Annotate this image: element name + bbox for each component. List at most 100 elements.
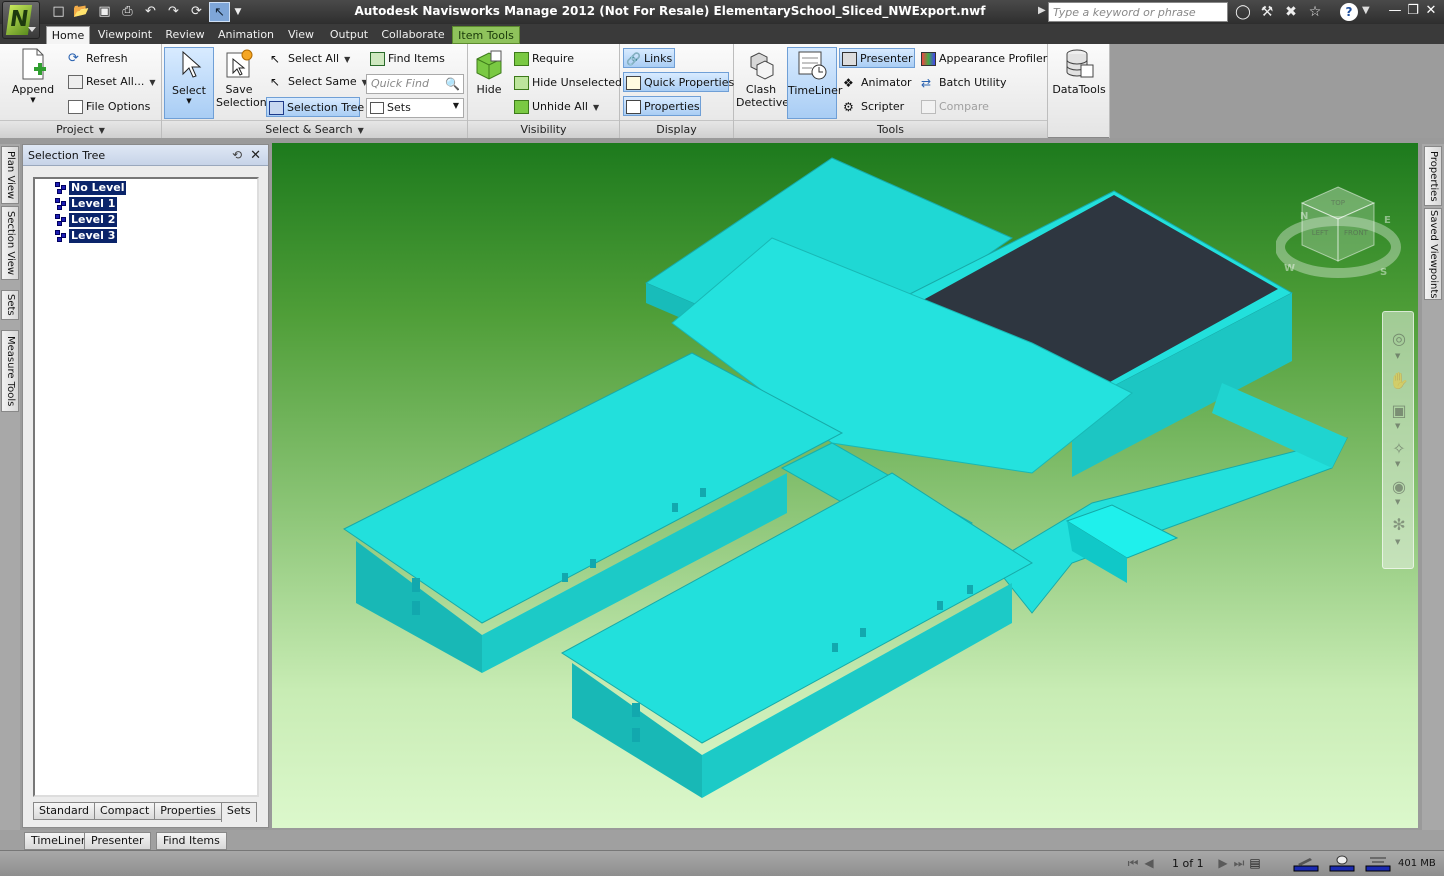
close-icon[interactable]: ✕ xyxy=(250,145,261,166)
dock-tab-timeliner[interactable]: TimeLiner xyxy=(24,832,93,850)
tab-plan-view[interactable]: Plan View xyxy=(1,146,19,204)
tree-item-label: Level 3 xyxy=(69,229,118,243)
batch-utility-button[interactable]: ⇄ Batch Utility xyxy=(919,73,1006,93)
tab-sets-active[interactable]: Sets xyxy=(220,802,257,822)
unhide-all-button[interactable]: Unhide All ▼ xyxy=(512,97,599,117)
close-window-icon[interactable]: ✕ xyxy=(1422,2,1440,20)
help-dropdown-icon[interactable]: ▼ xyxy=(1362,5,1370,16)
refresh-button[interactable]: ⟳ Refresh xyxy=(66,49,128,69)
properties-button[interactable]: Properties xyxy=(623,96,701,116)
new-file-icon[interactable]: □ xyxy=(48,2,69,22)
previous-sheet-icon[interactable]: ◀ xyxy=(1142,855,1156,871)
viewcube[interactable]: TOP LEFT FRONT N W S E xyxy=(1275,183,1402,293)
redo-icon[interactable]: ↷ xyxy=(163,2,184,22)
pan-hand-icon[interactable]: ✋ xyxy=(1388,370,1410,392)
select-cursor-icon[interactable]: ↖ xyxy=(209,2,230,22)
hide-unselected-button[interactable]: Hide Unselected xyxy=(512,73,622,93)
save-selection-button[interactable]: Save Selection xyxy=(216,47,267,117)
tools-icon[interactable]: ⚒ xyxy=(1256,2,1278,22)
hide-button[interactable]: Hide xyxy=(470,47,508,117)
tree-item-level-2[interactable]: Level 2 xyxy=(55,213,118,227)
viewcube-face-left[interactable]: LEFT xyxy=(1312,229,1329,237)
tab-standard[interactable]: Standard xyxy=(33,802,96,820)
undo-icon[interactable]: ↶ xyxy=(140,2,161,22)
file-options-button[interactable]: File Options xyxy=(66,97,150,117)
print-icon[interactable]: ⎙ xyxy=(117,2,138,22)
tab-review[interactable]: Review xyxy=(160,26,210,44)
quick-properties-button[interactable]: Quick Properties xyxy=(623,72,734,92)
last-sheet-icon[interactable]: ⏭ xyxy=(1232,855,1246,871)
dock-tab-find-items[interactable]: Find Items xyxy=(156,832,227,850)
cross-tools-icon[interactable]: ✖ xyxy=(1280,2,1302,22)
compare-button[interactable]: Compare xyxy=(919,97,989,117)
tab-viewpoint[interactable]: Viewpoint xyxy=(94,26,156,44)
animator-button[interactable]: ❖ Animator xyxy=(841,73,912,93)
tab-properties[interactable]: Properties xyxy=(154,802,222,820)
panel-title-select-search[interactable]: Select & Search ▼ xyxy=(162,120,467,138)
tab-animation[interactable]: Animation xyxy=(214,26,278,44)
viewcube-face-top[interactable]: TOP xyxy=(1330,199,1345,207)
require-button[interactable]: Require xyxy=(512,49,574,69)
tab-sets[interactable]: Sets xyxy=(1,290,19,320)
select-all-button[interactable]: ↖ Select All ▼ xyxy=(268,49,350,69)
walk-icon[interactable]: ✻ xyxy=(1388,514,1410,536)
selection-tree-button[interactable]: Selection Tree xyxy=(266,97,364,117)
application-menu-button[interactable]: N xyxy=(2,1,40,39)
datatools-button[interactable]: DataTools xyxy=(1052,47,1106,117)
minimize-icon[interactable]: — xyxy=(1386,2,1404,20)
first-sheet-icon[interactable]: ⏮ xyxy=(1126,855,1140,871)
pin-icon[interactable]: ⟲ xyxy=(232,145,242,166)
find-items-button[interactable]: Find Items xyxy=(368,49,445,69)
clash-detective-label-2: Detective xyxy=(736,96,790,109)
tab-view[interactable]: View xyxy=(282,26,320,44)
tree-item-level-1[interactable]: Level 1 xyxy=(55,197,118,211)
next-sheet-icon[interactable]: ▶ xyxy=(1216,855,1230,871)
tree-item-level-3[interactable]: Level 3 xyxy=(55,229,118,243)
tab-collaborate[interactable]: Collaborate xyxy=(378,26,448,44)
search-expand-icon[interactable]: ▶ xyxy=(1038,5,1046,16)
append-button[interactable]: Append ▼ xyxy=(8,47,58,117)
reset-all-button[interactable]: Reset All... ▼ xyxy=(66,72,156,92)
orbit-icon[interactable]: ✧ xyxy=(1388,438,1410,460)
tab-section-view[interactable]: Section View xyxy=(1,206,19,280)
scripter-button[interactable]: ⚙ Scripter xyxy=(841,97,904,117)
tab-item-tools[interactable]: Item Tools xyxy=(452,26,520,44)
select-button[interactable]: Select ▼ xyxy=(164,47,214,119)
help-icon[interactable]: ? xyxy=(1340,3,1358,21)
restore-icon[interactable]: ❐ xyxy=(1404,2,1422,20)
save-icon[interactable]: ▣ xyxy=(94,2,115,22)
look-around-icon[interactable]: ◉ xyxy=(1388,476,1410,498)
zoom-window-icon[interactable]: ▣ xyxy=(1388,400,1410,422)
dock-tab-presenter[interactable]: Presenter xyxy=(84,832,151,850)
refresh-icon[interactable]: ⟳ xyxy=(186,2,207,22)
selection-tree-list[interactable]: No Level Level 1 Level 2 Level 3 xyxy=(33,177,259,797)
help-search-input[interactable]: Type a keyword or phrase xyxy=(1048,2,1228,22)
panel-title-project[interactable]: Project ▼ xyxy=(0,120,161,138)
viewcube-face-front[interactable]: FRONT xyxy=(1344,229,1369,237)
tab-properties-dock[interactable]: Properties xyxy=(1424,146,1442,206)
links-button[interactable]: 🔗 Links xyxy=(623,48,675,68)
favorites-star-icon[interactable]: ☆ xyxy=(1304,2,1326,22)
binoculars-icon[interactable]: ◯ xyxy=(1232,2,1254,22)
tab-compact[interactable]: Compact xyxy=(94,802,156,820)
select-same-button[interactable]: ↖ Select Same ▼ xyxy=(268,72,368,92)
tab-measure-tools[interactable]: Measure Tools xyxy=(1,330,19,412)
appearance-profiler-button[interactable]: Appearance Profiler xyxy=(919,49,1047,69)
steering-wheel-icon[interactable]: ◎ xyxy=(1388,328,1410,350)
quick-find-input[interactable]: Quick Find 🔍 xyxy=(366,74,464,94)
tab-home[interactable]: Home xyxy=(46,26,90,44)
tab-saved-viewpoints[interactable]: Saved Viewpoints xyxy=(1424,208,1442,300)
tree-item-no-level[interactable]: No Level xyxy=(55,181,127,195)
sheet-browser-icon[interactable]: ▤ xyxy=(1248,855,1262,871)
clash-detective-button[interactable]: Clash Detective xyxy=(736,47,790,117)
building-model[interactable] xyxy=(272,143,1418,828)
tab-output[interactable]: Output xyxy=(324,26,374,44)
timeliner-button[interactable]: TimeLiner xyxy=(787,47,842,119)
quick-find-search-icon[interactable]: 🔍 xyxy=(445,77,460,91)
qat-dropdown-icon[interactable]: ▼ xyxy=(232,2,244,22)
sets-dropdown[interactable]: Sets ▼ xyxy=(366,98,464,118)
presenter-button[interactable]: Presenter xyxy=(839,48,915,68)
open-file-icon[interactable]: 📂 xyxy=(71,2,92,22)
3d-viewport[interactable]: TOP LEFT FRONT N W S E ◎ ▼ ✋ ▣ ▼ ✧ ▼ ◉ ▼… xyxy=(272,143,1418,828)
select-label: Select xyxy=(172,84,206,97)
